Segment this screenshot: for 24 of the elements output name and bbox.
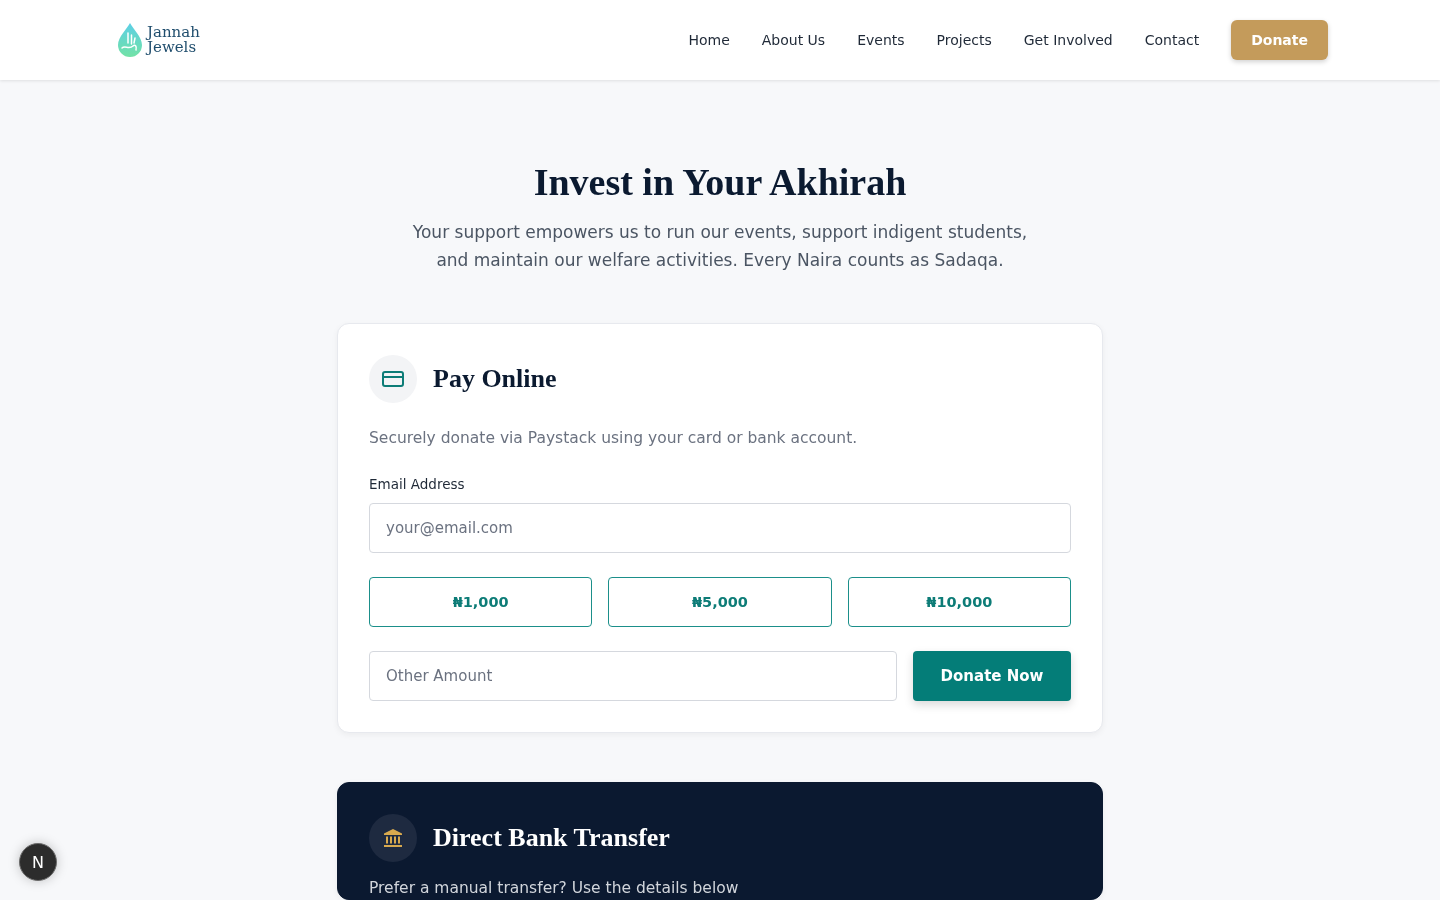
email-input-field[interactable]: your@email.com xyxy=(369,503,1071,553)
card-title: Direct Bank Transfer xyxy=(433,822,670,854)
bank-icon xyxy=(369,814,417,862)
page-heading: Invest in Your Akhirah xyxy=(533,160,907,205)
donate-now-button[interactable]: Donate Now xyxy=(913,651,1071,701)
amount-option-button[interactable]: ₦1,000 xyxy=(369,577,593,627)
nav-link[interactable]: Events xyxy=(857,30,905,50)
nav-link[interactable]: About Us xyxy=(761,30,826,50)
nav-link[interactable]: Home xyxy=(688,30,730,50)
logo-wordmark: Jannah Jewels xyxy=(147,25,200,55)
field-label: Email Address xyxy=(369,475,466,494)
drop-icon xyxy=(117,22,143,58)
card-title: Pay Online xyxy=(433,363,557,395)
amount-option-button[interactable]: ₦5,000 xyxy=(608,577,832,627)
nav-link[interactable]: Get Involved xyxy=(1023,30,1113,50)
amount-option-button[interactable]: ₦10,000 xyxy=(847,577,1071,627)
page-intro-text: Your support empowers us to run our events, support indigent students, and maintain our welfare activities. Every Naira counts as Sadaqa. xyxy=(411,221,1029,272)
dev-indicator-button[interactable]: N xyxy=(19,843,57,881)
card-description: Securely donate via Paystack using your card or bank account. xyxy=(369,428,859,449)
amount-input-field[interactable]: Other Amount xyxy=(369,651,897,701)
card-description: Prefer a manual transfer? Use the details below xyxy=(369,878,740,899)
nav-link[interactable]: Contact xyxy=(1144,30,1200,50)
nav-link[interactable]: Projects xyxy=(936,30,992,50)
credit-card-icon xyxy=(369,355,417,403)
